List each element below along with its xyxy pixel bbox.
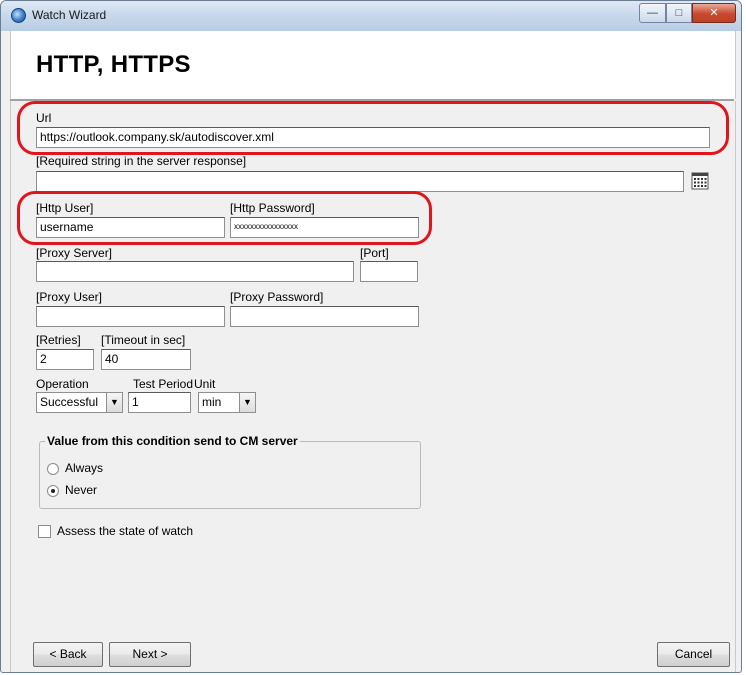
unit-label: Unit [194, 377, 216, 391]
maximize-button[interactable]: □ [666, 3, 692, 23]
send-to-server-group [39, 441, 421, 509]
proxy-server-label: [Proxy Server] [36, 246, 113, 260]
title-bar[interactable]: Watch Wizard — □ ✕ [1, 1, 741, 31]
required-string-input[interactable] [36, 171, 684, 192]
port-label: [Port] [360, 246, 389, 260]
proxy-password-input[interactable] [230, 306, 419, 327]
window-title: Watch Wizard [32, 8, 107, 22]
timeout-label: [Timeout in sec] [101, 333, 186, 347]
port-input[interactable] [360, 261, 418, 282]
operation-value: Successful [40, 395, 99, 409]
required-string-label: [Required string in the server response] [36, 154, 247, 168]
proxy-user-label: [Proxy User] [36, 290, 103, 304]
radio-always-label[interactable]: Always [65, 461, 103, 475]
wizard-window: Watch Wizard — □ ✕ HTTP, HTTPS Url https… [0, 0, 742, 673]
header-panel: HTTP, HTTPS [10, 31, 736, 99]
unit-value: min [202, 395, 222, 409]
operation-label: Operation [36, 377, 89, 391]
timeout-input[interactable]: 40 [101, 349, 191, 370]
test-period-label: Test Period [133, 377, 194, 391]
send-to-server-legend: Value from this condition send to CM ser… [45, 434, 300, 448]
page-title: HTTP, HTTPS [36, 51, 191, 78]
radio-never-label[interactable]: Never [65, 483, 97, 497]
proxy-user-input[interactable] [36, 306, 225, 327]
retries-input[interactable]: 2 [36, 349, 94, 370]
proxy-password-label: [Proxy Password] [230, 290, 324, 304]
app-icon [11, 8, 26, 23]
footer-bar: < Back Next > Cancel [10, 639, 736, 672]
test-period-input[interactable]: 1 [128, 392, 191, 413]
retries-label: [Retries] [36, 333, 81, 347]
proxy-server-input[interactable] [36, 261, 354, 282]
assess-state-label[interactable]: Assess the state of watch [57, 524, 193, 538]
assess-state-checkbox[interactable] [38, 525, 51, 538]
dictionary-icon[interactable] [690, 171, 710, 191]
form-panel: Url https://outlook.company.sk/autodisco… [10, 101, 736, 639]
radio-never[interactable] [47, 485, 59, 497]
radio-always[interactable] [47, 463, 59, 475]
annotation-credentials-highlight [17, 191, 432, 245]
chevron-down-icon[interactable]: ▼ [106, 393, 122, 412]
annotation-url-highlight [17, 101, 729, 155]
back-button[interactable]: < Back [33, 642, 103, 667]
chevron-down-icon[interactable]: ▼ [239, 393, 255, 412]
close-button[interactable]: ✕ [692, 3, 736, 23]
unit-select[interactable]: min ▼ [198, 392, 256, 413]
cancel-button[interactable]: Cancel [657, 642, 730, 667]
operation-select[interactable]: Successful ▼ [36, 392, 123, 413]
minimize-button[interactable]: — [639, 3, 666, 23]
next-button[interactable]: Next > [109, 642, 191, 667]
